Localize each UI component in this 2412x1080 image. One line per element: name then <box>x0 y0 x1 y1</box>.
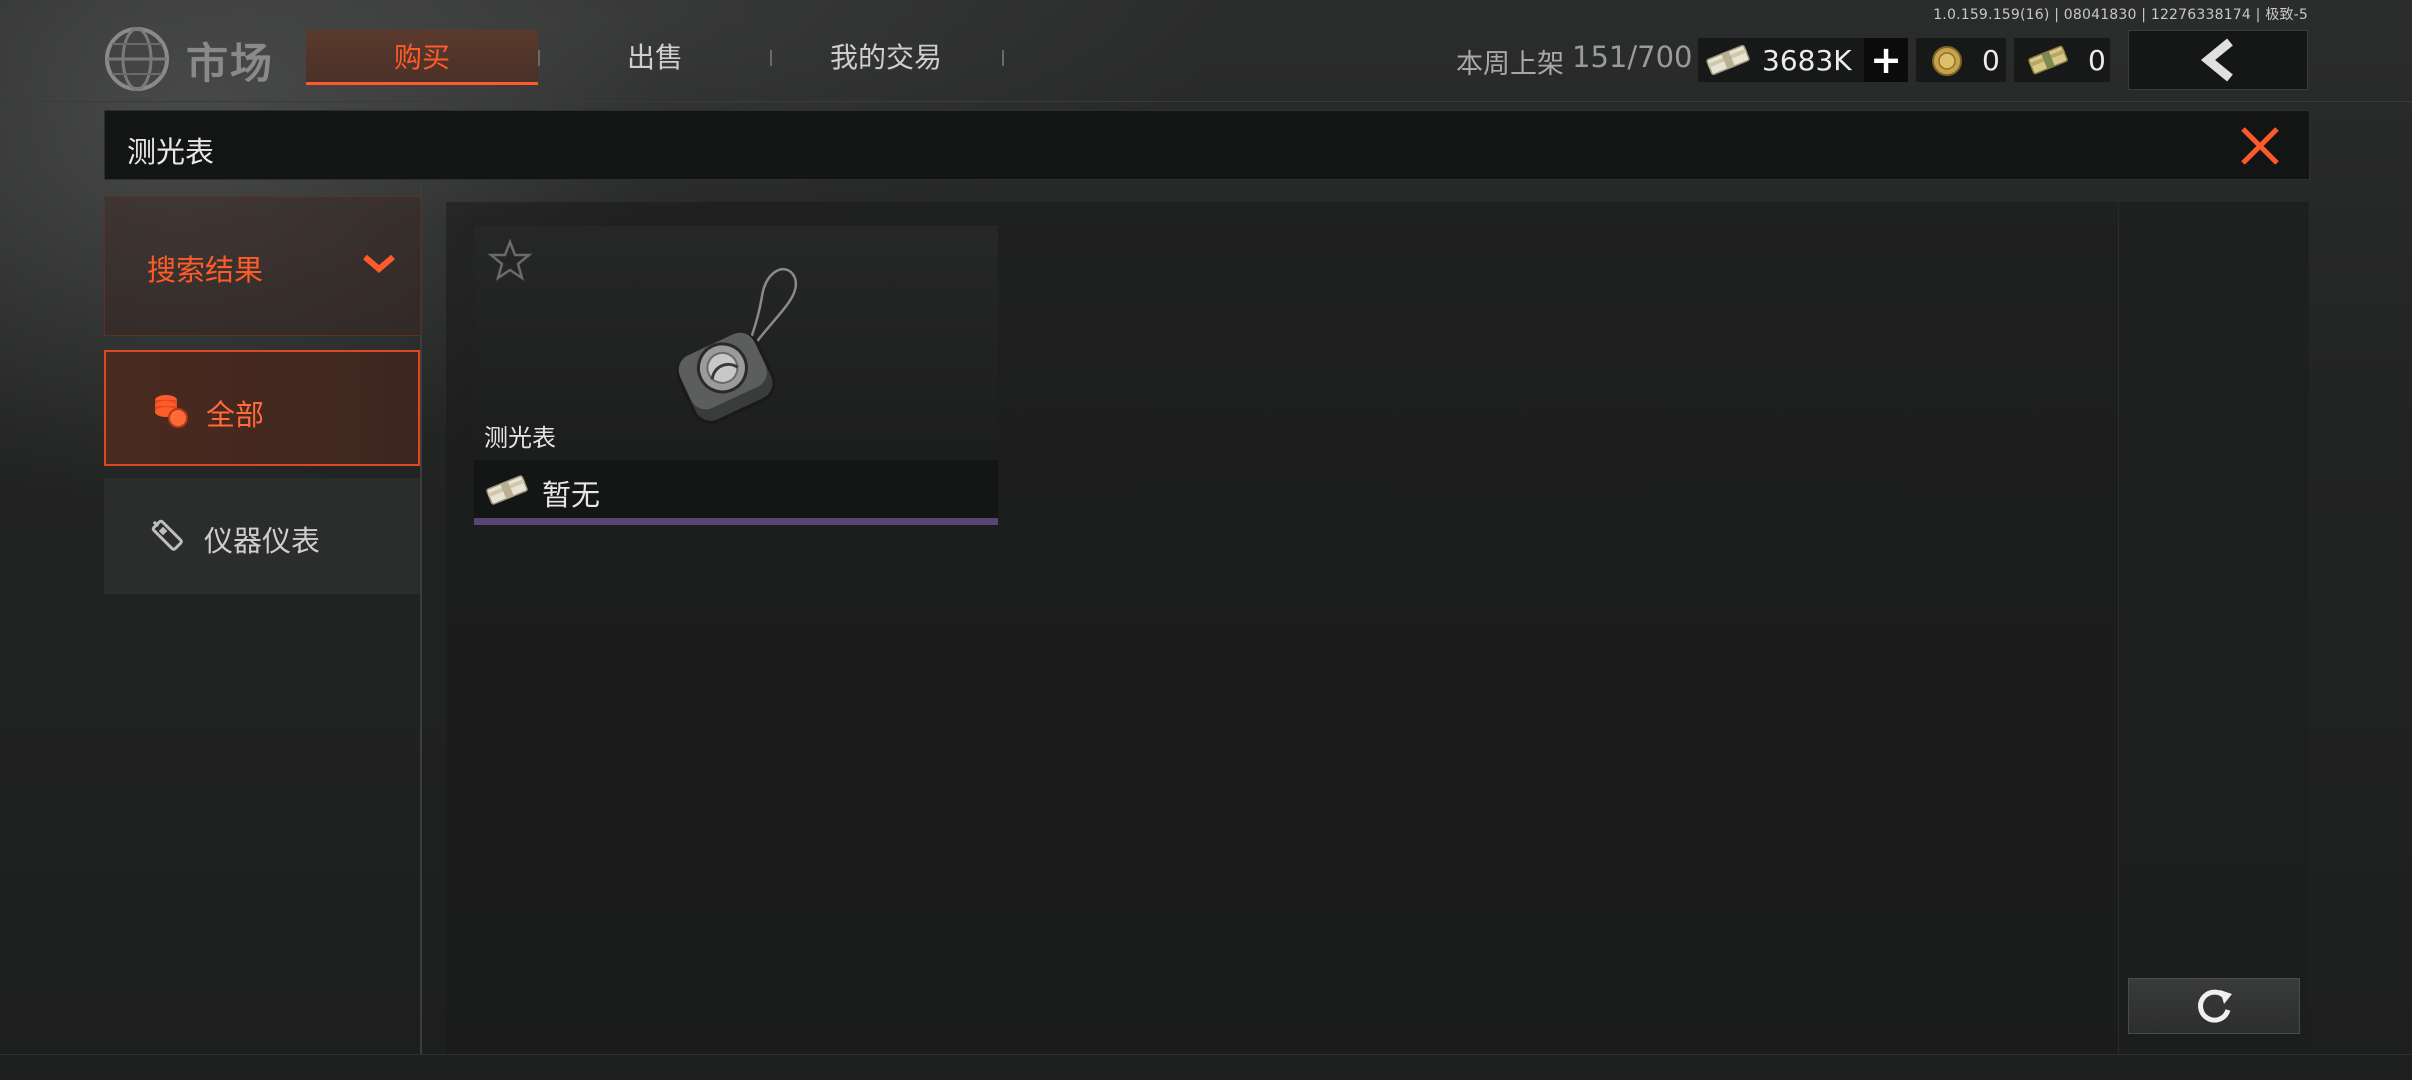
refresh-icon <box>2198 989 2232 1023</box>
header: 市场 购买 出售 我的交易 本周上架 151/700 3683K + 0 0 <box>0 0 2412 102</box>
category-dropdown[interactable]: 搜索结果 <box>104 196 422 336</box>
page-title: 市场 <box>186 39 275 88</box>
search-query: 测光表 <box>127 135 215 169</box>
coin-balance: 0 <box>1916 38 2006 82</box>
market-screen: 1.0.159.159(16) | 08041830 | 12276338174… <box>0 0 2412 1080</box>
cash-bundle-icon <box>1706 44 1750 76</box>
bond-value: 0 <box>2088 43 2106 77</box>
tab-buy[interactable]: 购买 <box>306 30 538 85</box>
sidebar-item-instruments[interactable]: 仪器仪表 <box>104 478 420 594</box>
results-right-column <box>2118 202 2309 1054</box>
globe-icon <box>105 27 169 91</box>
bond-bundle-icon <box>2028 45 2068 75</box>
coin-value: 0 <box>1982 43 2000 77</box>
star-icon[interactable] <box>488 238 532 282</box>
coin-stack-icon <box>155 395 188 428</box>
back-button[interactable] <box>2128 30 2308 90</box>
plus-icon: + <box>1870 38 1902 82</box>
cash-bundle-icon <box>486 475 528 505</box>
bond-balance: 0 <box>2014 38 2110 82</box>
sidebar-item-all[interactable]: 全部 <box>104 350 420 466</box>
item-price-row: 暂无 <box>474 460 998 518</box>
bottom-divider <box>0 1054 2412 1055</box>
tab-my-trades[interactable]: 我的交易 <box>772 30 1000 82</box>
weekly-listing-count: 151/700 <box>1572 40 1693 74</box>
weekly-listing-label: 本周上架 <box>1456 49 1564 80</box>
chevron-left-icon <box>2200 38 2233 82</box>
header-divider <box>0 101 2412 102</box>
sidebar-item-label: 全部 <box>206 398 265 432</box>
gold-coin-icon <box>1932 46 1962 76</box>
close-icon[interactable] <box>2237 123 2283 169</box>
rarity-bar <box>474 518 998 525</box>
item-card[interactable]: 测光表 暂无 <box>474 226 998 525</box>
tab-separator <box>1002 50 1004 66</box>
cash-value: 3683K <box>1762 43 1852 77</box>
search-bar[interactable]: 测光表 <box>104 110 2310 180</box>
tab-sell[interactable]: 出售 <box>560 30 750 82</box>
instrument-icon <box>151 519 183 551</box>
light-meter-icon <box>676 268 798 424</box>
add-currency-button[interactable]: + <box>1864 38 1908 82</box>
item-price: 暂无 <box>542 478 601 512</box>
refresh-button[interactable] <box>2128 978 2300 1034</box>
cash-balance: 3683K <box>1698 38 1864 82</box>
tab-separator <box>538 50 540 66</box>
chevron-down-icon <box>363 254 395 273</box>
sidebar-item-label: 仪器仪表 <box>204 524 321 558</box>
category-dropdown-label: 搜索结果 <box>147 253 264 287</box>
item-name: 测光表 <box>484 424 556 452</box>
